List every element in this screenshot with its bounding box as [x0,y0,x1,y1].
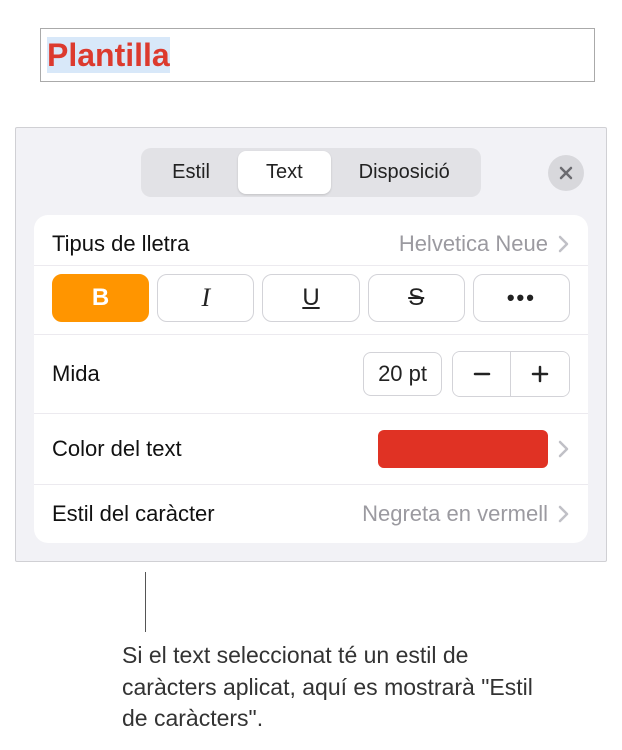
tab-estil[interactable]: Estil [144,151,238,194]
close-button[interactable] [548,155,584,191]
color-swatch[interactable] [378,430,548,468]
tab-disposicio[interactable]: Disposició [331,151,478,194]
font-row[interactable]: Tipus de lletra Helvetica Neue [34,215,588,266]
chevron-right-icon [558,440,570,458]
tab-bar: Estil Text Disposició [16,128,606,215]
underline-button[interactable]: U [262,274,359,322]
strikethrough-button[interactable]: S [368,274,465,322]
character-style-label: Estil del caràcter [52,501,215,527]
minus-icon [472,364,492,384]
character-style-row[interactable]: Estil del caràcter Negreta en vermell [34,485,588,543]
format-card: Tipus de lletra Helvetica Neue B I U S •… [34,215,588,543]
tab-text[interactable]: Text [238,151,331,194]
close-icon [558,165,574,181]
font-value: Helvetica Neue [399,231,548,257]
callout-line [145,572,146,632]
text-color-row[interactable]: Color del text [34,414,588,485]
size-decrease-button[interactable] [453,352,511,396]
segmented-control: Estil Text Disposició [141,148,481,197]
bold-button[interactable]: B [52,274,149,322]
size-stepper [452,351,570,397]
size-value[interactable]: 20 pt [363,352,442,396]
text-format-row: B I U S ••• [34,266,588,335]
chevron-right-icon [558,505,570,523]
character-style-value: Negreta en vermell [362,501,548,527]
size-label: Mida [52,361,100,387]
format-panel: Estil Text Disposició Tipus de lletra He… [15,127,607,562]
text-box[interactable]: Plantilla [40,28,595,82]
size-increase-button[interactable] [511,352,569,396]
italic-button[interactable]: I [157,274,254,322]
selected-text[interactable]: Plantilla [47,37,170,73]
text-color-label: Color del text [52,436,182,462]
size-row: Mida 20 pt [34,335,588,414]
font-label: Tipus de lletra [52,231,189,257]
more-options-button[interactable]: ••• [473,274,570,322]
callout-text: Si el text seleccionat té un estil de ca… [122,640,552,735]
chevron-right-icon [558,235,570,253]
plus-icon [530,364,550,384]
